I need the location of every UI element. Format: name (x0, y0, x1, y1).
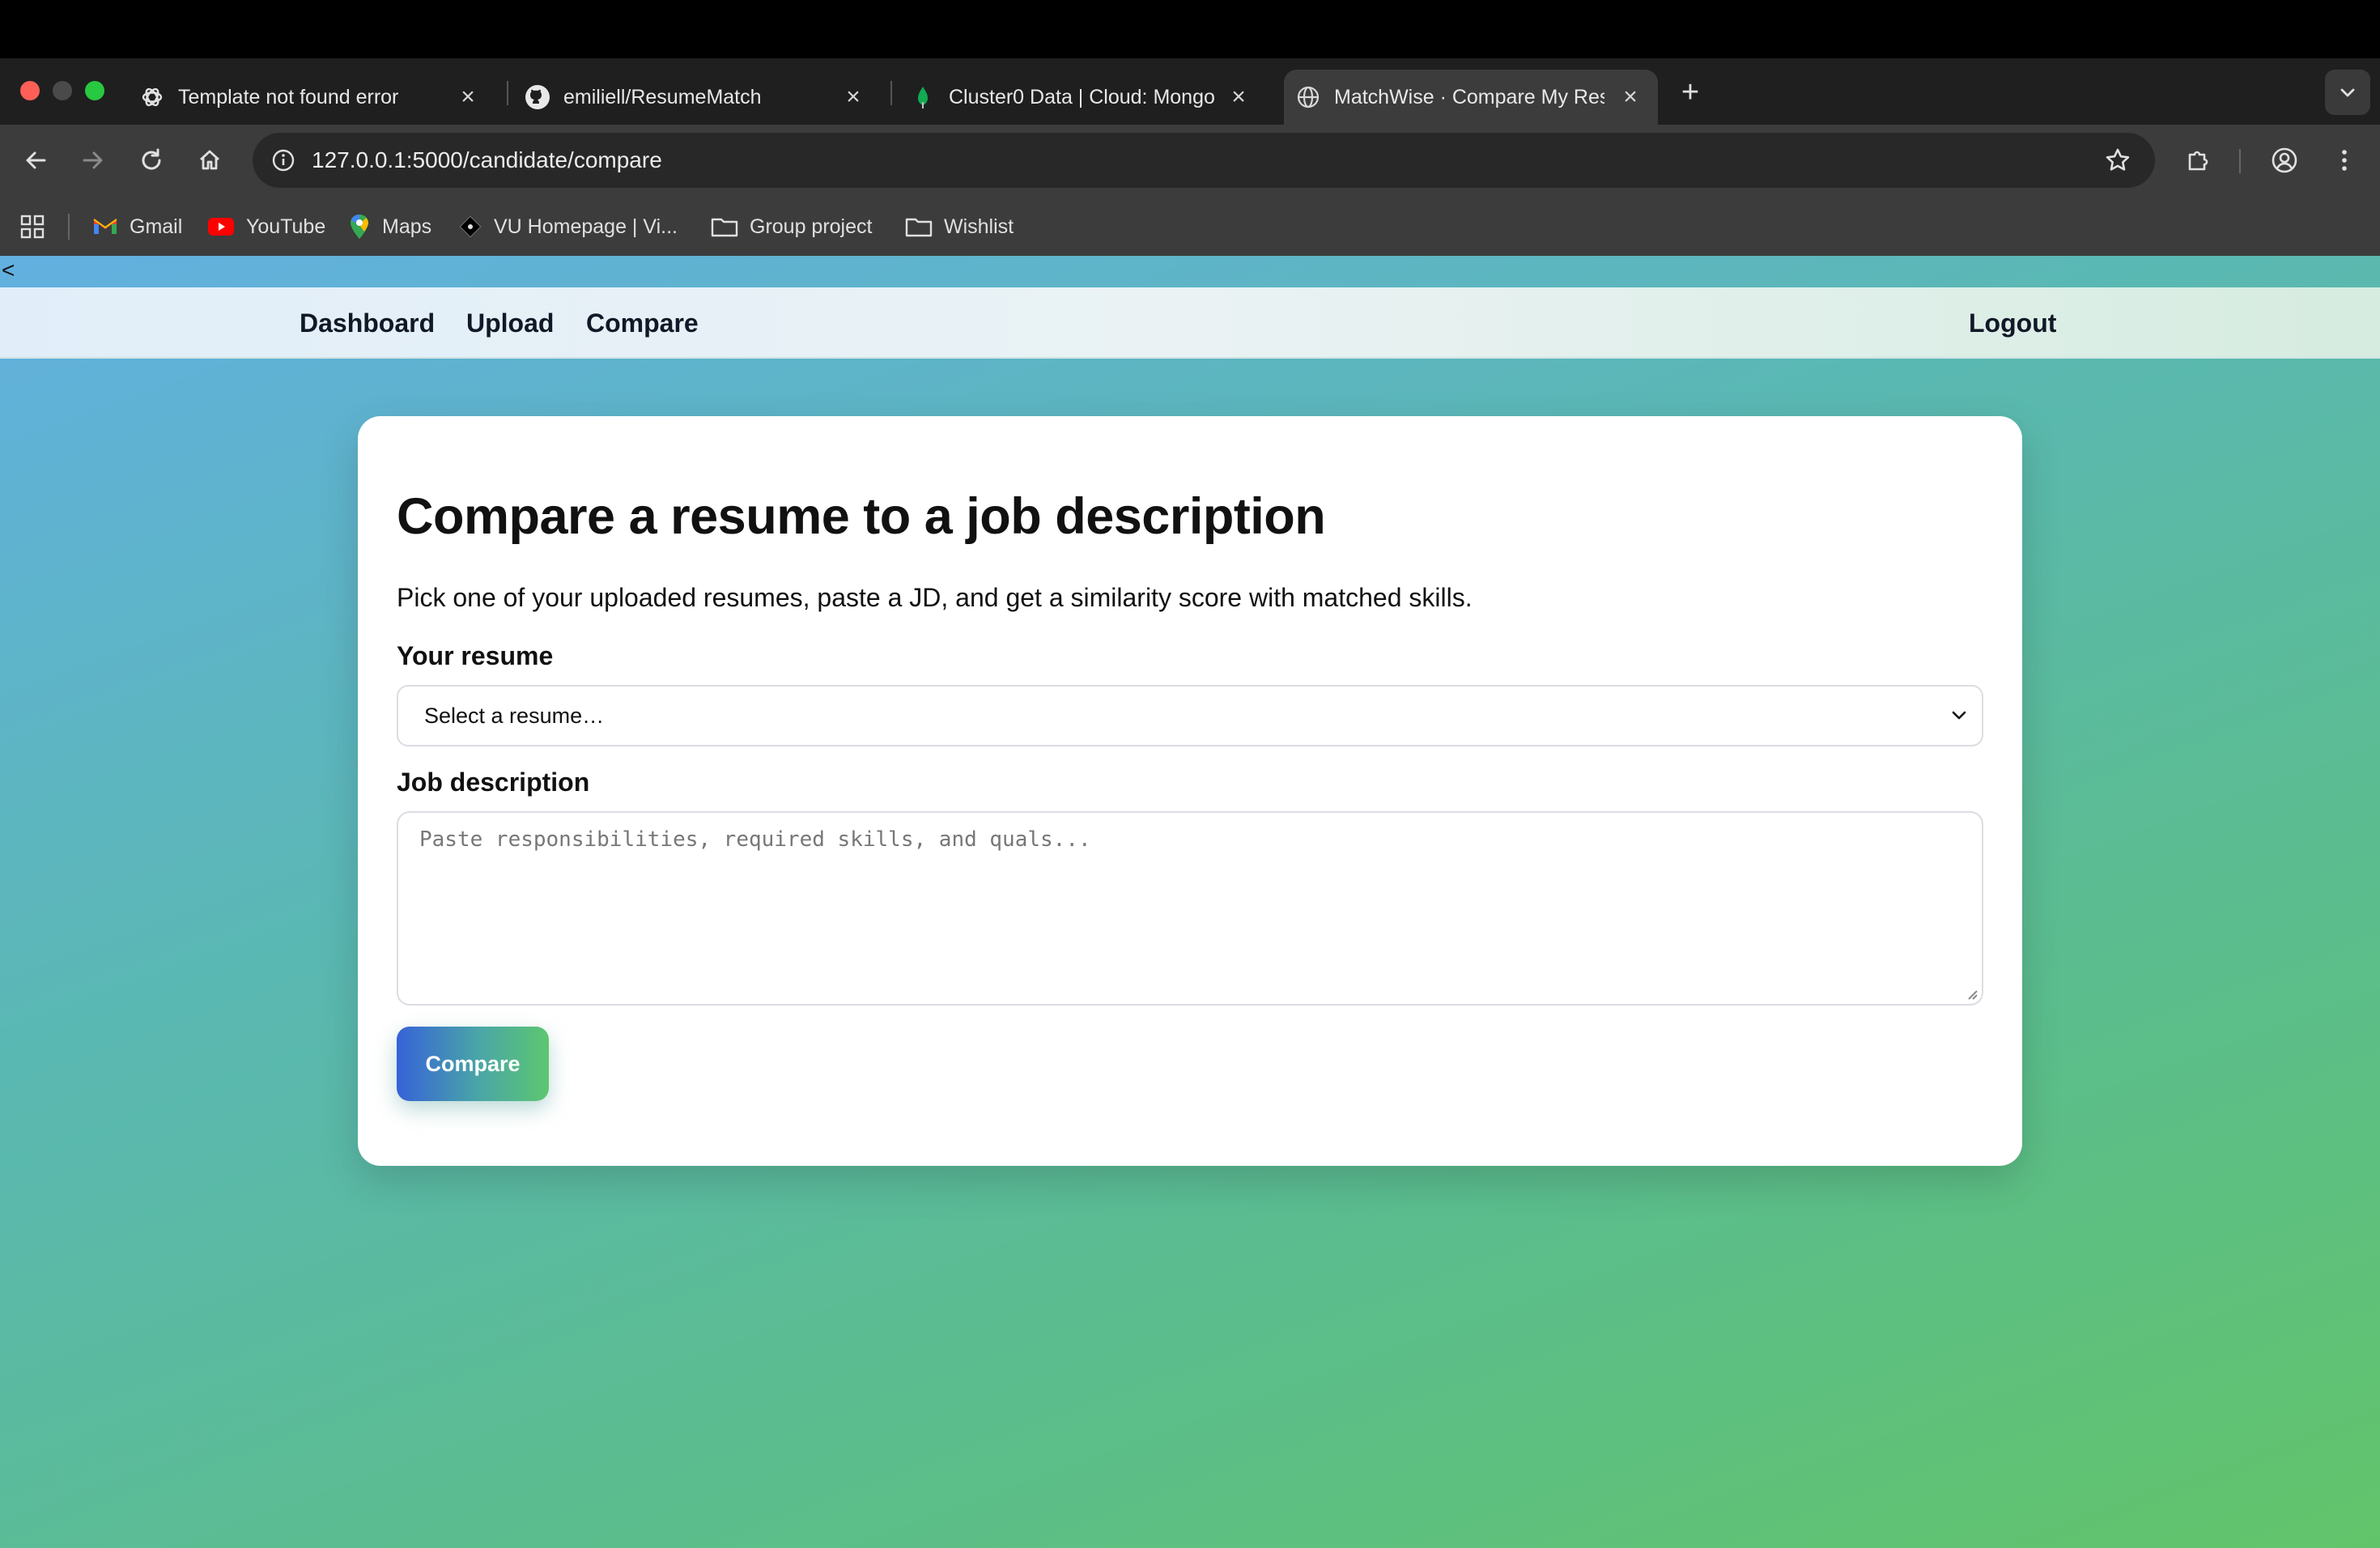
folder-icon (711, 218, 738, 237)
resume-select[interactable]: Select a resume… (397, 685, 1983, 746)
close-tab-icon[interactable]: × (1222, 81, 1255, 113)
gmail-icon (93, 219, 117, 234)
page-title: Compare a resume to a job description (397, 488, 1326, 545)
arrow-left-icon (26, 151, 46, 169)
bookmark-gmail[interactable]: Gmail (92, 209, 182, 245)
job-description-placeholder: Paste responsibilities, required skills,… (419, 827, 1091, 852)
tab-matchwise-compare[interactable]: MatchWise · Compare My Resume × (1284, 70, 1658, 125)
zoom-window-button[interactable] (85, 81, 104, 100)
bookmark-label: Group project (750, 215, 873, 238)
bookmark-label: Gmail (130, 215, 183, 238)
extensions-button[interactable] (2181, 142, 2216, 178)
chevron-down-icon (2340, 88, 2355, 97)
puzzle-icon (2188, 151, 2208, 171)
bookmark-star-button[interactable] (2100, 142, 2136, 178)
reload-button[interactable] (134, 142, 169, 178)
tab-search-button[interactable] (2325, 70, 2370, 115)
site-info-icon[interactable] (267, 144, 300, 176)
bookmark-label: Wishlist (944, 215, 1014, 238)
youtube-icon (208, 218, 234, 236)
home-button[interactable] (192, 142, 227, 178)
tab-template-not-found[interactable]: Template not found error × (130, 70, 494, 125)
tab-title: emiliell/ResumeMatch (563, 86, 762, 108)
apps-button[interactable] (15, 209, 50, 245)
bookmark-label: VU Homepage | Vi... (494, 215, 678, 238)
compare-card: Compare a resume to a job description Pi… (358, 416, 2022, 1166)
nav-logout[interactable]: Logout (1969, 287, 2056, 359)
job-description-textarea[interactable]: Paste responsibilities, required skills,… (397, 811, 1983, 1006)
reload-icon (142, 148, 161, 170)
close-tab-icon[interactable]: × (1614, 81, 1647, 113)
profile-button[interactable] (2267, 142, 2302, 178)
profile-icon (2272, 147, 2297, 173)
nav-upload[interactable]: Upload (466, 287, 554, 359)
tab-title: MatchWise · Compare My Resume (1334, 86, 1604, 108)
browser-menu-button[interactable] (2327, 142, 2362, 178)
nav-dashboard[interactable]: Dashboard (300, 287, 435, 359)
url-text[interactable]: 127.0.0.1:5000/candidate/compare (312, 142, 662, 178)
toolbar-divider (2239, 149, 2241, 173)
chatgpt-icon (139, 84, 165, 110)
new-tab-button[interactable]: + (1672, 74, 1708, 110)
back-button[interactable] (18, 142, 53, 178)
nav-compare[interactable]: Compare (586, 287, 699, 359)
close-tab-icon[interactable]: × (837, 81, 869, 113)
tab-title: Cluster0 Data | Cloud: MongoDB (949, 86, 1216, 108)
arrow-right-icon (83, 151, 103, 169)
menu-bar-area (0, 0, 2380, 58)
github-icon (525, 84, 550, 110)
bookmark-label: Maps (382, 215, 432, 238)
resume-label: Your resume (397, 641, 554, 670)
tab-separator (507, 81, 508, 105)
bookmark-vu-homepage[interactable]: VU Homepage | Vi... (458, 209, 678, 245)
bookmark-label: YouTube (246, 215, 326, 238)
star-icon (2106, 148, 2130, 171)
tab-separator (890, 81, 892, 105)
home-icon (200, 150, 219, 170)
chevron-down-icon (1952, 711, 1966, 720)
folder-icon (905, 218, 933, 237)
page-viewport: < Dashboard Upload Compare Logout Compar… (0, 256, 2380, 1548)
bookmark-group-project[interactable]: Group project (711, 209, 872, 245)
close-window-button[interactable] (20, 81, 40, 100)
bookmark-youtube[interactable]: YouTube (207, 209, 325, 245)
minimize-window-button[interactable] (53, 81, 72, 100)
back-link[interactable]: < (2, 257, 15, 283)
close-tab-icon[interactable]: × (452, 81, 484, 113)
tab-mongodb-cluster[interactable]: Cluster0 Data | Cloud: MongoDB × (900, 70, 1264, 125)
tab-github-resumematch[interactable]: emiliell/ResumeMatch × (515, 70, 879, 125)
forward-button[interactable] (75, 142, 111, 178)
tab-title: Template not found error (178, 86, 399, 108)
bookmarks-divider (68, 214, 70, 240)
bookmark-wishlist[interactable]: Wishlist (905, 209, 1014, 245)
compare-button[interactable]: Compare (397, 1027, 549, 1101)
page-subtitle: Pick one of your uploaded resumes, paste… (397, 583, 1473, 612)
more-vertical-icon (2342, 150, 2347, 171)
vu-icon (459, 215, 482, 238)
mongodb-leaf-icon (910, 84, 936, 110)
apps-grid-icon (20, 215, 45, 239)
site-navbar: Dashboard Upload Compare Logout (0, 287, 2380, 359)
resize-grip-icon[interactable] (1964, 986, 1978, 1001)
job-description-label: Job description (397, 768, 590, 797)
bookmark-maps[interactable]: Maps (348, 209, 431, 245)
globe-icon (1295, 84, 1321, 110)
maps-icon (351, 215, 368, 239)
resume-select-value: Select a resume… (424, 704, 605, 728)
